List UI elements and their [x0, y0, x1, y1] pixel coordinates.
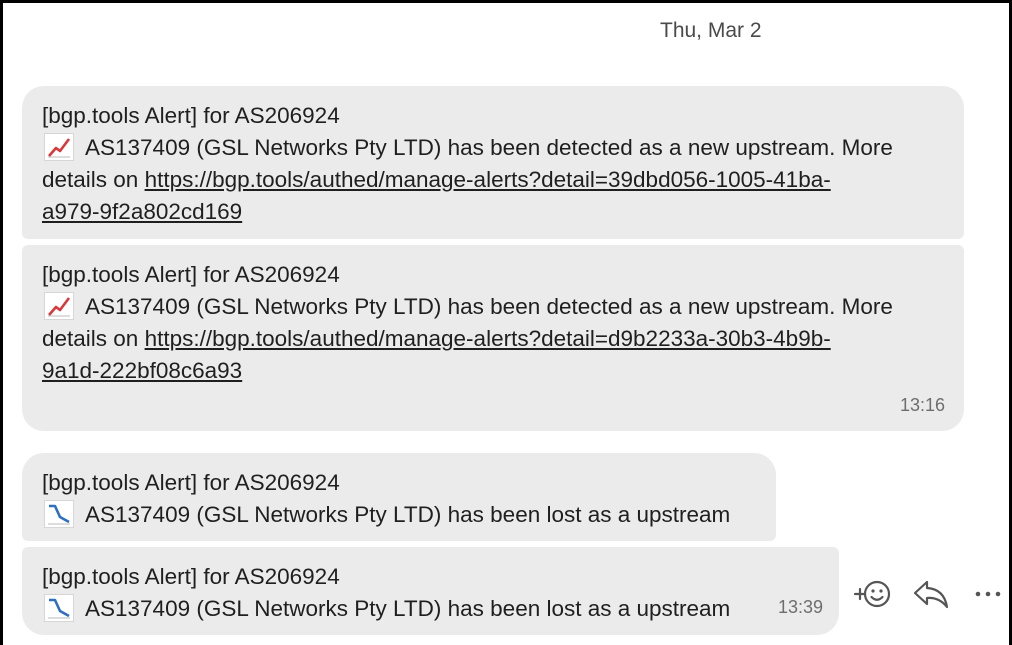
message-title: [bgp.tools Alert] for AS206924 — [42, 103, 340, 128]
reply-icon[interactable] — [911, 577, 951, 616]
message-bubble[interactable]: [bgp.tools Alert] for AS206924 AS137409 … — [22, 547, 839, 635]
message-text: AS137409 (GSL Networks Pty LTD) has been… — [85, 135, 893, 160]
details-prefix: details on — [42, 326, 145, 351]
message-title: [bgp.tools Alert] for AS206924 — [42, 470, 340, 495]
chart-increasing-icon — [44, 292, 74, 320]
message-text: AS137409 (GSL Networks Pty LTD) has been… — [85, 294, 893, 319]
alert-link[interactable]: https://bgp.tools/authed/manage-alerts?d… — [145, 326, 831, 351]
message-bubble[interactable]: [bgp.tools Alert] for AS206924 AS137409 … — [22, 86, 964, 239]
date-separator: Thu, Mar 2 — [660, 19, 762, 42]
add-reaction-icon[interactable] — [852, 577, 892, 616]
message-title: [bgp.tools Alert] for AS206924 — [42, 262, 340, 287]
alert-link-continued[interactable]: a979-9f2a802cd169 — [42, 199, 242, 224]
chat-window: Thu, Mar 2 [bgp.tools Alert] for AS20692… — [3, 3, 1009, 645]
message-bubble[interactable]: [bgp.tools Alert] for AS206924 AS137409 … — [22, 245, 964, 431]
chart-increasing-icon — [44, 133, 74, 161]
alert-link-continued[interactable]: 9a1d-222bf08c6a93 — [42, 358, 242, 383]
message-timestamp: 13:16 — [899, 395, 945, 415]
more-options-icon[interactable] — [973, 577, 1007, 616]
details-prefix: details on — [42, 167, 145, 192]
message-bubble[interactable]: [bgp.tools Alert] for AS206924 AS137409 … — [22, 453, 776, 541]
chart-decreasing-icon — [44, 500, 74, 528]
alert-link[interactable]: https://bgp.tools/authed/manage-alerts?d… — [145, 167, 831, 192]
chart-decreasing-icon — [44, 594, 74, 622]
message-timestamp: 13:39 — [777, 597, 823, 617]
message-text: AS137409 (GSL Networks Pty LTD) has been… — [85, 502, 731, 527]
message-text: AS137409 (GSL Networks Pty LTD) has been… — [85, 596, 731, 621]
message-title: [bgp.tools Alert] for AS206924 — [42, 564, 340, 589]
